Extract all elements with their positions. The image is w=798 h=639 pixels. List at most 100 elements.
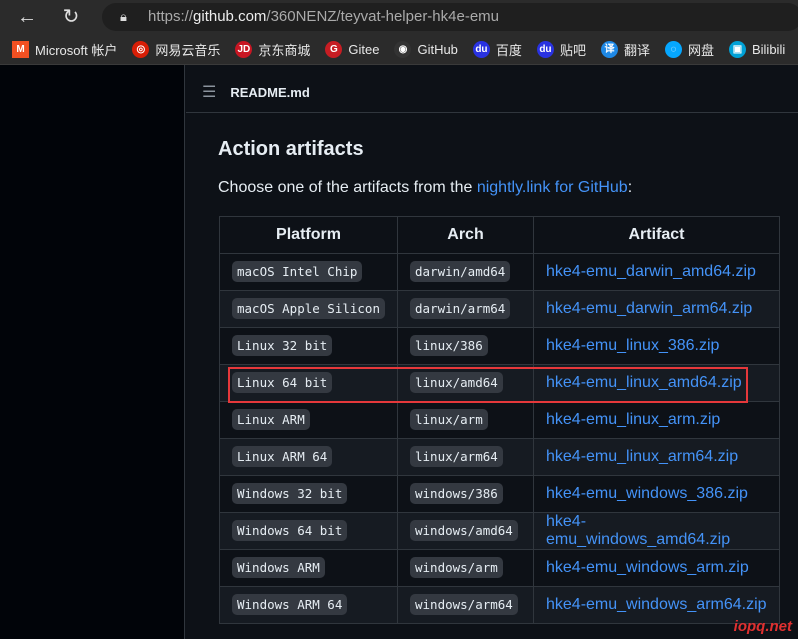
platform-cell: Windows 64 bit <box>219 512 398 550</box>
bookmark-icon: du <box>472 40 490 58</box>
arch-code: darwin/amd64 <box>410 261 511 282</box>
bookmark-item[interactable]: M Microsoft 帐户 <box>12 40 117 59</box>
artifact-cell: hke4-emu_darwin_arm64.zip <box>533 290 780 328</box>
platform-code: Windows 64 bit <box>232 520 348 541</box>
bookmark-item[interactable]: G Gitee <box>325 40 380 58</box>
bookmark-label: 百度 <box>495 42 522 58</box>
bookmark-icon: ▣ <box>728 40 746 58</box>
platform-cell: Linux ARM <box>219 401 398 439</box>
lock-icon: 🔒︎ <box>120 9 127 24</box>
arch-cell: darwin/amd64 <box>397 253 534 291</box>
reload-icon[interactable]: ↻ <box>58 4 84 30</box>
artifact-cell: hke4-emu_linux_386.zip <box>533 327 780 365</box>
artifact-link[interactable]: hke4-emu_darwin_arm64.zip <box>546 300 752 317</box>
header-arch: Arch <box>397 216 534 254</box>
arch-code: linux/arm <box>410 409 488 430</box>
artifact-link[interactable]: hke4-emu_windows_amd64.zip <box>546 513 730 548</box>
bookmark-label: GitHub <box>417 41 458 57</box>
address-bar[interactable]: 🔒︎ https://github.com/360NENZ/teyvat-hel… <box>102 3 798 31</box>
bookmarks-bar: M Microsoft 帐户 ◎ 网易云音乐 JD 京东商城 G Gitee ◉ GitHub du… <box>0 34 798 65</box>
artifact-link[interactable]: hke4-emu_darwin_amd64.zip <box>546 263 756 280</box>
artifact-link[interactable]: hke4-emu_windows_arm.zip <box>546 559 749 576</box>
arch-cell: linux/386 <box>397 327 534 365</box>
platform-cell: Windows ARM 64 <box>219 586 398 624</box>
platform-code: Linux 32 bit <box>232 335 333 356</box>
arch-code: darwin/arm64 <box>410 298 511 319</box>
platform-cell: Linux ARM 64 <box>219 438 398 476</box>
arch-code: windows/arm <box>410 557 503 578</box>
artifact-link[interactable]: hke4-emu_linux_386.zip <box>546 337 719 354</box>
browser-toolbar: ← ↻ 🔒︎ https://github.com/360NENZ/teyvat… <box>0 0 798 34</box>
bookmark-label: 网易云音乐 <box>155 42 221 58</box>
bookmark-label: 京东商城 <box>258 42 311 58</box>
bookmark-label: Bilibili <box>751 41 786 57</box>
table-row: Windows ARM 64 windows/arm64 hke4-emu_wind… <box>219 586 780 624</box>
table-row: Windows 32 bit windows/386 hke4-emu_window… <box>219 475 780 513</box>
arch-code: windows/386 <box>410 483 503 504</box>
table-row: Linux ARM linux/arm hke4-emu_linux_arm.zip <box>219 401 780 439</box>
arch-code: windows/amd64 <box>410 520 518 541</box>
bookmark-item[interactable]: du 贴吧 <box>536 40 586 59</box>
arch-cell: windows/arm64 <box>397 586 534 624</box>
bookmark-icon: du <box>536 40 554 58</box>
bookmark-label: Gitee <box>348 41 380 57</box>
bookmark-item[interactable]: 译翻译 <box>600 40 650 59</box>
arch-cell: windows/amd64 <box>397 512 534 550</box>
artifact-cell: hke4-emu_darwin_amd64.zip <box>533 253 780 291</box>
bookmark-label: Microsoft 帐户 <box>35 42 118 58</box>
url-domain: github.com <box>193 8 267 25</box>
bookmark-icon: JD <box>235 40 253 58</box>
url-path: /360NENZ/teyvat-helper-hk4e-emu <box>266 8 500 25</box>
bookmark-icon: G <box>325 40 343 58</box>
arch-code: linux/arm64 <box>410 446 503 467</box>
readme-header: ☰ README.md <box>186 72 798 113</box>
back-icon[interactable]: ← <box>14 4 40 30</box>
artifact-link[interactable]: hke4-emu_windows_386.zip <box>546 485 748 502</box>
bookmark-item[interactable]: ◎ 网易云音乐 <box>132 40 220 59</box>
table-row: Windows 64 bit windows/amd64 hke4-emu_wind… <box>219 512 780 550</box>
artifact-link[interactable]: hke4-emu_linux_arm.zip <box>546 411 720 428</box>
bookmark-icon: ◎ <box>132 40 150 58</box>
highlight-box <box>228 367 748 403</box>
platform-cell: Windows 32 bit <box>219 475 398 513</box>
bookmark-item[interactable]: JD 京东商城 <box>235 40 310 59</box>
section-title: Action artifacts <box>218 138 364 160</box>
artifact-link[interactable]: hke4-emu_windows_arm64.zip <box>546 596 767 613</box>
arch-cell: windows/arm <box>397 549 534 587</box>
watermark: iopq.net <box>733 618 792 635</box>
bookmark-item[interactable]: ▣ Bilibili <box>728 40 786 58</box>
list-icon[interactable]: ☰ <box>202 82 216 102</box>
platform-code: macOS Apple Silicon <box>232 298 385 319</box>
bookmark-item[interactable]: du 百度 <box>472 40 522 59</box>
intro-after: : <box>627 179 633 196</box>
platform-cell: macOS Intel Chip <box>219 253 398 291</box>
table-row: Linux ARM 64 linux/arm64 hke4-emu_linux_ar… <box>219 438 780 476</box>
artifact-cell: hke4-emu_linux_arm64.zip <box>533 438 780 476</box>
artifact-cell: hke4-emu_windows_amd64.zip <box>533 512 780 550</box>
arch-cell: linux/arm <box>397 401 534 439</box>
bookmark-label: 贴吧 <box>559 42 586 58</box>
arch-cell: windows/386 <box>397 475 534 513</box>
platform-cell: Linux 32 bit <box>219 327 398 365</box>
arch-code: windows/arm64 <box>410 594 518 615</box>
platform-code: Linux ARM 64 <box>232 446 333 467</box>
artifact-link[interactable]: hke4-emu_linux_arm64.zip <box>546 448 738 465</box>
bookmark-icon: 译 <box>600 40 618 58</box>
nightly-link[interactable]: nightly.link for GitHub <box>477 179 628 196</box>
platform-cell: macOS Apple Silicon <box>219 290 398 328</box>
arch-code: linux/386 <box>410 335 488 356</box>
table-row: macOS Intel Chip darwin/amd64 hke4-emu_dar… <box>219 253 780 291</box>
bookmark-item[interactable]: ◉ GitHub <box>394 40 458 58</box>
table-row: macOS Apple Silicon darwin/arm64 hke4-emu_… <box>219 290 780 328</box>
bookmark-label: 网盘 <box>687 42 714 58</box>
arch-cell: darwin/arm64 <box>397 290 534 328</box>
bookmark-icon: M <box>12 40 29 58</box>
sidebar <box>0 65 185 639</box>
platform-code: macOS Intel Chip <box>232 261 363 282</box>
platform-code: Windows ARM 64 <box>232 594 348 615</box>
artifact-cell: hke4-emu_windows_arm.zip <box>533 549 780 587</box>
bookmark-label: 翻译 <box>623 42 650 58</box>
artifact-cell: hke4-emu_linux_arm.zip <box>533 401 780 439</box>
bookmark-item[interactable]: ◌ 网盘 <box>664 40 714 59</box>
readme-filename: README.md <box>230 84 310 100</box>
